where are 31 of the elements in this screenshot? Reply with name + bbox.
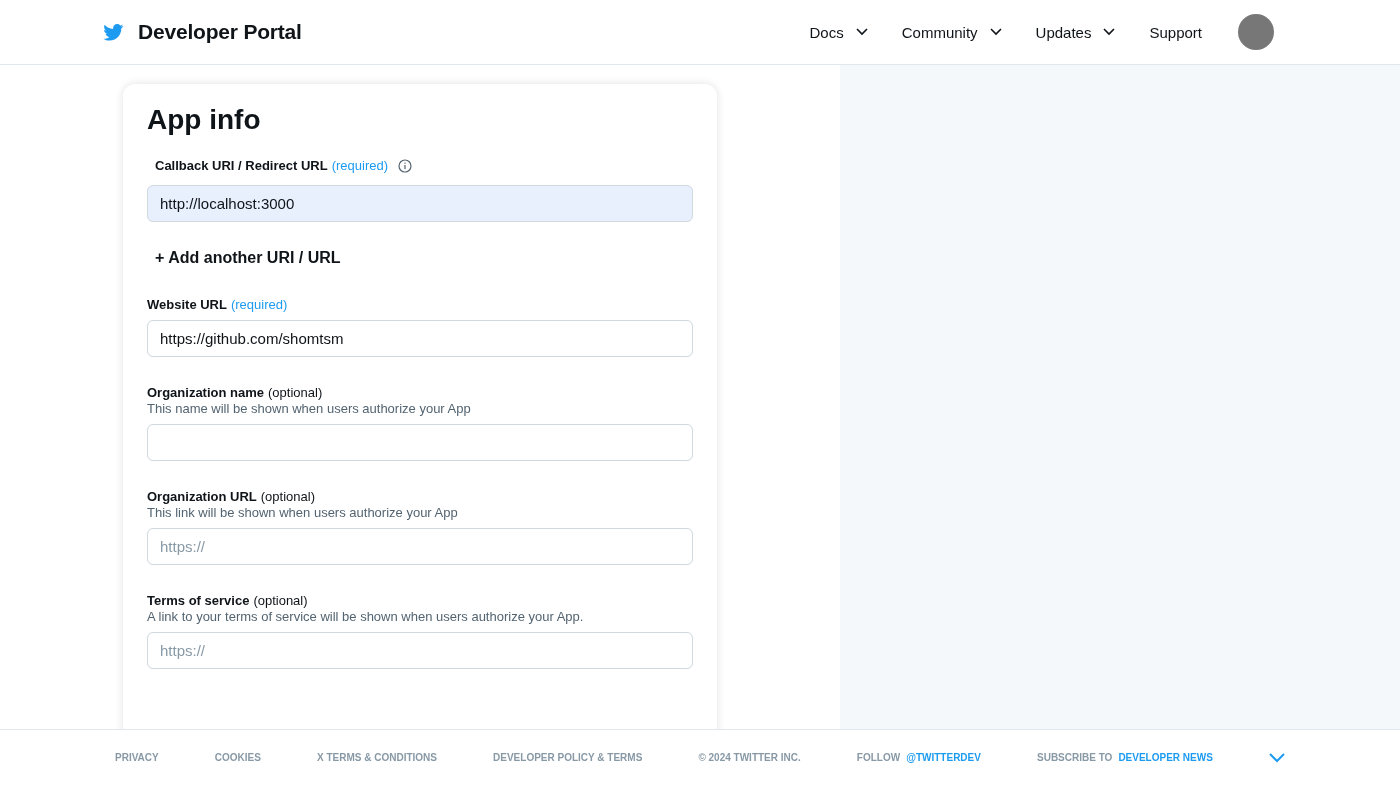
field-label: Organization name <box>147 385 265 400</box>
bird-icon[interactable] <box>103 23 124 41</box>
nav-link[interactable]: Docs <box>809 23 868 41</box>
avatar-photo-placeholder[interactable] <box>1238 14 1274 50</box>
field-label: Terms of service <box>147 593 250 608</box>
required-note: (required) <box>331 158 388 173</box>
card-title: App info <box>147 104 262 136</box>
input-field[interactable]: https://github.com/shomtsm <box>147 320 693 357</box>
field-hint: This name will be shown when users authorize your App <box>147 401 472 416</box>
portal-title: Developer Portal <box>138 20 302 44</box>
optional-note: (optional) <box>253 593 308 608</box>
footer-text: SUBSCRIBE TO <box>1037 752 1113 763</box>
field-label: Website URL <box>147 297 227 312</box>
field-label: Organization URL <box>147 489 257 504</box>
input-field[interactable] <box>147 424 693 461</box>
input-field[interactable]: http://localhost:3000 <box>147 185 693 222</box>
field-label: Callback URI / Redirect URL <box>155 158 328 173</box>
optional-note: (optional) <box>260 489 315 504</box>
input-field[interactable]: https:// <box>147 632 693 669</box>
field-hint: A link to your terms of service will be shown when users authorize your App. <box>147 609 585 624</box>
chevron-down-icon[interactable] <box>1268 752 1285 763</box>
add-uri-link[interactable]: + Add another URI / URL <box>155 249 341 267</box>
info-icon[interactable] <box>398 158 412 173</box>
nav-link[interactable]: Community <box>901 23 1002 41</box>
footer-text: FOLLOW <box>856 752 901 763</box>
required-note: (required) <box>230 297 288 312</box>
input-field[interactable]: https:// <box>147 528 693 565</box>
optional-note: (optional) <box>268 385 323 400</box>
nav-link[interactable]: Support <box>1149 23 1202 41</box>
field-hint: This link will be shown when users authorize your App <box>147 505 459 520</box>
nav-link[interactable]: Updates <box>1035 23 1116 41</box>
